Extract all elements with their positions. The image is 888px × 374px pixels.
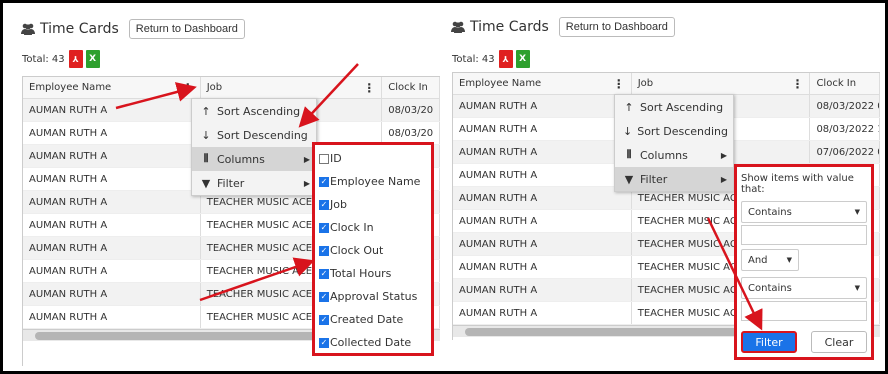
annotation-arrow xyxy=(115,82,197,110)
annotation-arrows xyxy=(115,63,763,331)
annotation-arrow xyxy=(199,257,315,302)
annotation-arrow xyxy=(298,63,359,128)
annotation-arrow xyxy=(706,217,763,331)
